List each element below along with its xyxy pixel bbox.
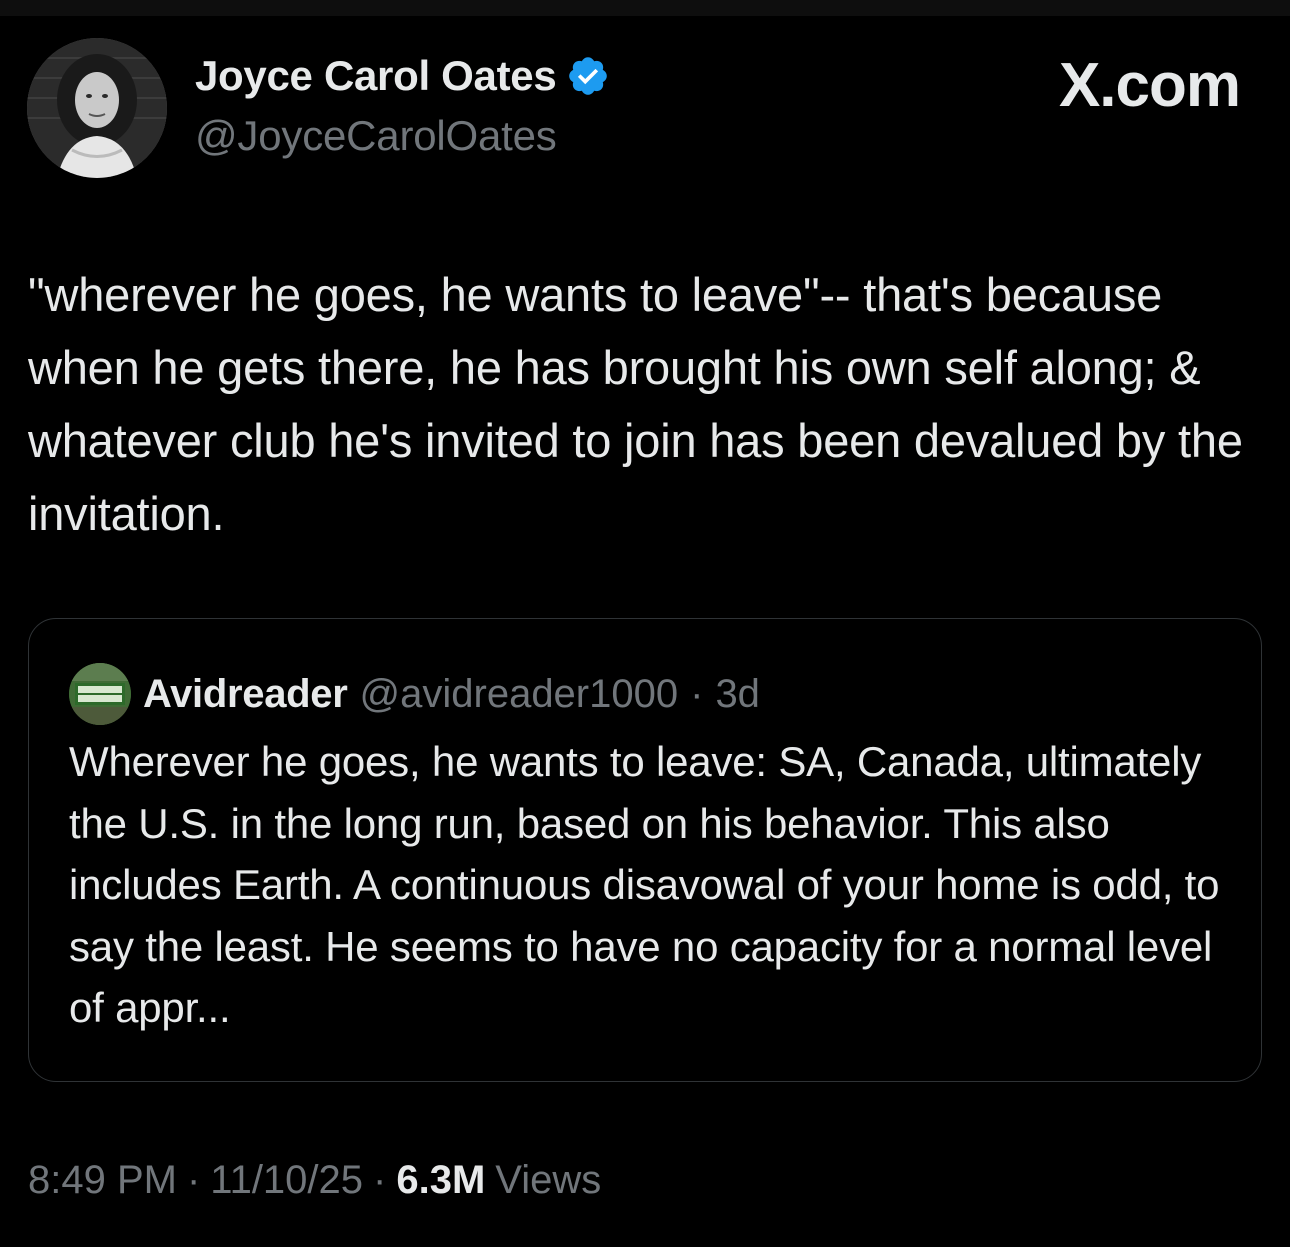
quoted-tweet-time[interactable]: 3d xyxy=(715,672,760,717)
verified-badge-icon xyxy=(569,57,608,95)
quoted-tweet-text: Wherever he goes, he wants to leave: SA,… xyxy=(69,738,1220,1031)
x-com-logo: X.com xyxy=(1058,51,1241,120)
separator-dot: · xyxy=(373,1158,387,1202)
author-name-row[interactable]: Joyce Carol Oates xyxy=(195,52,610,100)
separator-dot: · xyxy=(690,671,704,716)
separator-dot: · xyxy=(186,1158,201,1202)
tweet-time[interactable]: 8:49 PM xyxy=(28,1158,177,1203)
author-photo xyxy=(27,38,167,178)
views-count[interactable]: 6.3M xyxy=(396,1158,485,1203)
tweet-text: "wherever he goes, he wants to leave"-- … xyxy=(28,268,1243,540)
quoted-author-avatar[interactable] xyxy=(69,663,131,725)
author-avatar[interactable] xyxy=(27,38,167,178)
tweet-date[interactable]: 11/10/25 xyxy=(210,1158,363,1203)
tweet-screenshot: Joyce Carol Oates @JoyceCarolOates X.com… xyxy=(0,0,1290,1247)
author-handle[interactable]: @JoyceCarolOates xyxy=(195,112,557,160)
quoted-author-name[interactable]: Avidreader xyxy=(143,672,348,717)
tweet-meta: 8:49 PM · 11/10/25 · 6.3M Views xyxy=(28,1158,601,1203)
quoted-tweet-card[interactable]: Avidreader @avidreader1000 · 3d Wherever… xyxy=(28,618,1262,1082)
quoted-tweet-header: Avidreader @avidreader1000 · 3d xyxy=(69,663,760,725)
quoted-avatar-image xyxy=(69,663,131,725)
views-label: Views xyxy=(495,1158,602,1202)
quoted-author-handle[interactable]: @avidreader1000 xyxy=(360,672,679,717)
status-bar xyxy=(0,0,1290,16)
author-name[interactable]: Joyce Carol Oates xyxy=(195,52,557,100)
